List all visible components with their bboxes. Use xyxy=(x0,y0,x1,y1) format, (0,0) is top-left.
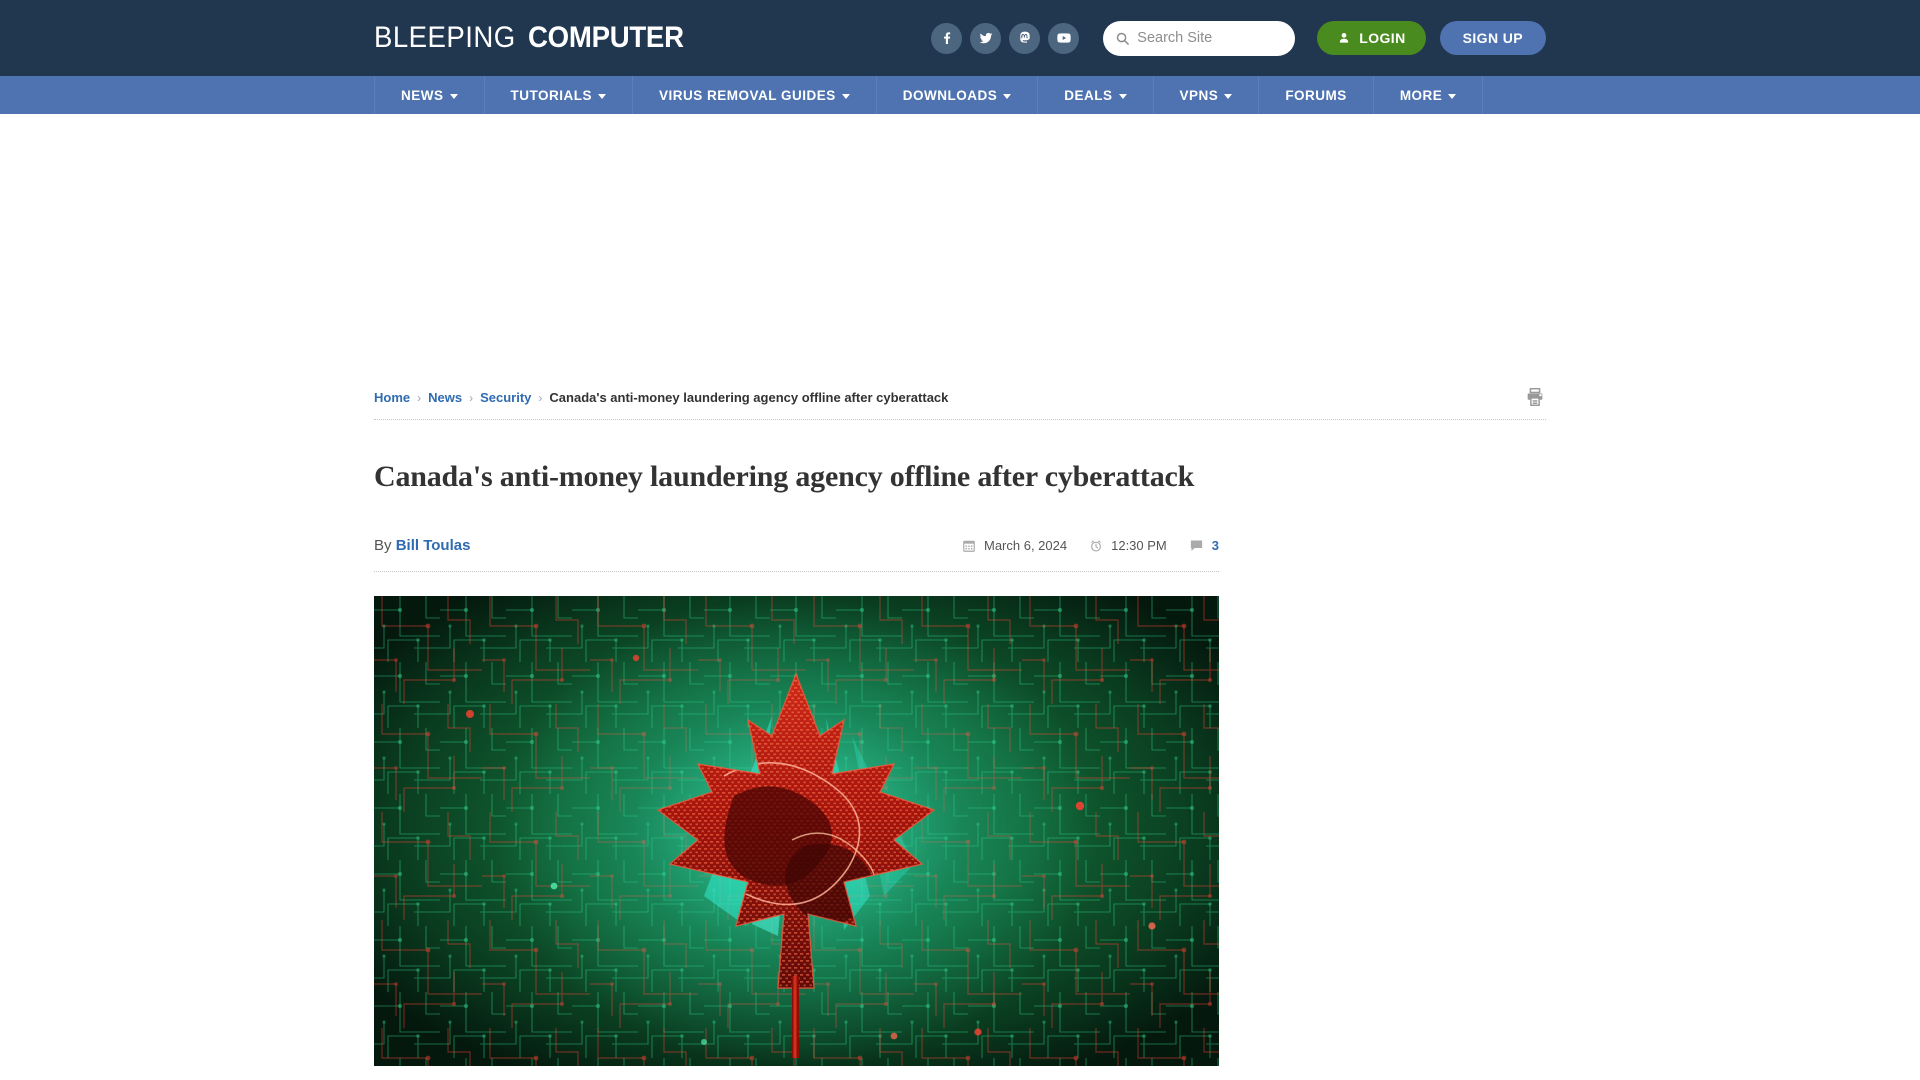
social-links xyxy=(931,22,1080,54)
advertisement-slot xyxy=(0,114,1920,390)
nav-item-forums[interactable]: FORUMS xyxy=(1259,76,1374,114)
printer-icon[interactable] xyxy=(1524,386,1546,413)
comment-bubble-icon xyxy=(1190,540,1202,551)
breadcrumb-item-home[interactable]: Home xyxy=(374,390,410,405)
publish-time: 12:30 PM xyxy=(1089,538,1167,553)
calendar-icon xyxy=(963,540,975,552)
page-title: Canada's anti-money laundering agency of… xyxy=(374,460,1195,493)
nav-item-vpns[interactable]: VPNS xyxy=(1154,76,1260,114)
by-prefix: By xyxy=(374,537,392,554)
nav-label: DEALS xyxy=(1064,87,1113,103)
search-icon xyxy=(1117,32,1130,45)
user-icon xyxy=(1340,33,1349,43)
nav-label: VIRUS REMOVAL GUIDES xyxy=(659,87,836,103)
nav-item-virus-removal-guides[interactable]: VIRUS REMOVAL GUIDES xyxy=(633,76,877,114)
facebook-icon[interactable] xyxy=(931,22,963,54)
publish-time-text: 12:30 PM xyxy=(1111,538,1167,553)
nav-item-more[interactable]: MORE xyxy=(1374,76,1484,114)
mastodon-icon[interactable] xyxy=(1009,22,1041,54)
publish-date: March 6, 2024 xyxy=(962,538,1067,553)
chevron-down-icon xyxy=(841,93,850,99)
breadcrumb-item-current: Canada's anti-money laundering agency of… xyxy=(549,390,949,405)
chevron-down-icon xyxy=(598,93,606,99)
logo-text-thin: BLEEPING xyxy=(374,21,516,54)
comment-count[interactable]: 3 xyxy=(1189,538,1219,553)
nav-item-downloads[interactable]: DOWNLOADS xyxy=(877,76,1039,114)
nav-label: MORE xyxy=(1399,87,1443,103)
hero-illustration xyxy=(374,596,1219,1066)
nav-item-tutorials[interactable]: TUTORIALS xyxy=(485,76,633,114)
breadcrumb-item-security[interactable]: Security xyxy=(480,390,531,405)
nav-label: TUTORIALS xyxy=(510,87,592,103)
nav-item-news[interactable]: NEWS xyxy=(374,76,485,114)
search-box[interactable] xyxy=(1103,20,1296,56)
signup-button[interactable]: SIGN UP xyxy=(1439,21,1546,55)
chevron-down-icon xyxy=(1448,93,1457,99)
nav-item-deals[interactable]: DEALS xyxy=(1038,76,1154,114)
article-hero-image[interactable] xyxy=(374,596,1219,1066)
nav-label: DOWNLOADS xyxy=(902,87,998,103)
youtube-icon[interactable] xyxy=(1048,22,1080,54)
chevron-down-icon xyxy=(1003,93,1012,99)
alarm-clock-icon xyxy=(1091,539,1102,552)
breadcrumb-row: Home › News › Security › Canada's anti-m… xyxy=(374,388,1546,420)
publish-date-text: March 6, 2024 xyxy=(984,538,1068,553)
main-navigation: NEWS TUTORIALS VIRUS REMOVAL GUIDES DOWN… xyxy=(0,76,1920,114)
search-input[interactable] xyxy=(1137,30,1278,46)
logo-text-bold: COMPUTER xyxy=(528,21,684,54)
site-header: BLEEPING COMPUTER Search Site LOGIN SIGN… xyxy=(0,0,1920,76)
main-content: Home › News › Security › Canada's anti-m… xyxy=(374,388,1546,1066)
chevron-right-icon: › xyxy=(469,390,474,405)
nav-label: VPNS xyxy=(1179,87,1219,103)
chevron-right-icon: › xyxy=(538,390,543,405)
login-button-label: LOGIN xyxy=(1359,30,1406,46)
login-button[interactable]: LOGIN xyxy=(1317,21,1426,55)
nav-label: FORUMS xyxy=(1285,87,1347,103)
comment-count-value: 3 xyxy=(1211,538,1219,553)
article-meta: March 6, 2024 12:30 PM 3 xyxy=(962,538,1219,553)
breadcrumb-item-news[interactable]: News xyxy=(428,390,462,405)
chevron-down-icon xyxy=(1224,93,1233,99)
article-author: By Bill Toulas xyxy=(374,537,470,554)
nav-label: NEWS xyxy=(401,87,444,103)
byline-row: By Bill Toulas March 6, 2024 12:30 PM 3 xyxy=(374,537,1219,572)
signup-button-label: SIGN UP xyxy=(1462,30,1523,46)
header-right-group: LOGIN SIGN UP xyxy=(931,20,1546,56)
chevron-down-icon xyxy=(1118,93,1127,99)
breadcrumb: Home › News › Security › Canada's anti-m… xyxy=(374,390,948,405)
site-logo[interactable]: BLEEPING COMPUTER xyxy=(374,21,697,55)
chevron-down-icon xyxy=(449,93,458,99)
chevron-right-icon: › xyxy=(417,390,422,405)
author-link[interactable]: Bill Toulas xyxy=(396,537,471,554)
twitter-icon[interactable] xyxy=(970,22,1002,54)
header-inner: BLEEPING COMPUTER Search Site LOGIN SIGN… xyxy=(374,0,1546,76)
nav-inner: NEWS TUTORIALS VIRUS REMOVAL GUIDES DOWN… xyxy=(374,76,1546,114)
